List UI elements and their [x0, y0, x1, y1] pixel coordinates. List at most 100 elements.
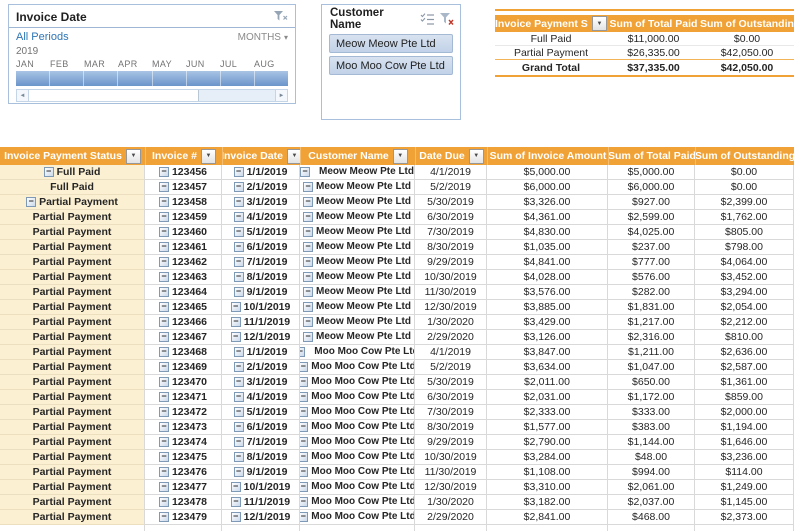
cell-invoice-date[interactable]: −5/1/2019: [222, 405, 300, 420]
slicer-item-button[interactable]: Moo Moo Cow Pte Ltd: [329, 56, 453, 75]
cell-invoice-date[interactable]: −2/1/2019: [222, 180, 300, 195]
column-header-6[interactable]: Sum of Total Paid: [608, 147, 695, 165]
clear-filter-icon[interactable]: [440, 12, 454, 26]
timeline-bar-segment[interactable]: [186, 71, 221, 86]
cell-invoice-number[interactable]: −123470: [145, 375, 222, 390]
cell-invoice-number[interactable]: −123478: [145, 495, 222, 510]
cell-payment-status[interactable]: − Full Paid: [0, 165, 145, 180]
cell-date-due[interactable]: 9/29/2019: [415, 435, 487, 450]
cell-invoice-date[interactable]: −12/1/2019: [222, 510, 300, 525]
clear-filter-icon[interactable]: [274, 10, 288, 23]
filter-dropdown-icon[interactable]: ▼: [592, 16, 607, 31]
collapse-button[interactable]: −: [158, 512, 169, 522]
cell-customer-name[interactable]: −Moo Moo Cow Pte Ltd: [300, 480, 415, 495]
collapse-button[interactable]: −: [233, 167, 244, 177]
column-header-1[interactable]: Invoice # ▼: [145, 147, 222, 165]
cell-invoice-date[interactable]: −4/1/2019: [222, 390, 300, 405]
cell-total-paid[interactable]: $2,037.00: [608, 495, 695, 510]
cell-invoice-date[interactable]: −9/1/2019: [222, 465, 300, 480]
summary-outstanding[interactable]: $42,050.00: [700, 46, 794, 59]
multi-select-icon[interactable]: [420, 13, 435, 25]
cell-payment-status[interactable]: Partial Payment: [0, 375, 145, 390]
cell-payment-status[interactable]: Partial Payment: [0, 480, 145, 495]
cell-invoice-amount[interactable]: $3,284.00: [487, 450, 608, 465]
cell-invoice-amount[interactable]: $3,885.00: [487, 300, 608, 315]
cell-customer-name[interactable]: − Meow Meow Pte Ltd: [300, 195, 415, 210]
collapse-button[interactable]: −: [158, 287, 169, 297]
collapse-button[interactable]: −: [158, 347, 169, 357]
cell-outstanding[interactable]: $1,145.00: [695, 495, 794, 510]
cell-date-due[interactable]: 5/2/2019: [415, 180, 487, 195]
column-header-5[interactable]: Sum of Invoice Amount: [487, 147, 608, 165]
cell-date-due[interactable]: 6/30/2019: [415, 210, 487, 225]
cell-total-paid[interactable]: $383.00: [608, 420, 695, 435]
cell-total-paid[interactable]: $1,211.00: [608, 345, 695, 360]
empty-cell[interactable]: [695, 525, 794, 531]
scroll-left-arrow[interactable]: ◄: [17, 90, 29, 101]
empty-cell[interactable]: [487, 525, 608, 531]
cell-invoice-date[interactable]: −1/1/2019: [222, 165, 300, 180]
cell-payment-status[interactable]: Partial Payment: [0, 300, 145, 315]
empty-cell[interactable]: [222, 525, 300, 531]
cell-customer-name[interactable]: −Moo Moo Cow Pte Ltd: [300, 360, 415, 375]
cell-outstanding[interactable]: $2,373.00: [695, 510, 794, 525]
cell-payment-status[interactable]: Partial Payment: [0, 285, 145, 300]
cell-payment-status[interactable]: Partial Payment: [0, 390, 145, 405]
collapse-button[interactable]: −: [303, 272, 313, 282]
cell-invoice-number[interactable]: −123472: [145, 405, 222, 420]
cell-payment-status[interactable]: Partial Payment: [0, 360, 145, 375]
cell-invoice-date[interactable]: −12/1/2019: [222, 330, 300, 345]
collapse-button[interactable]: −: [303, 182, 313, 192]
collapse-button[interactable]: −: [303, 287, 313, 297]
cell-customer-name[interactable]: − Meow Meow Pte Ltd: [300, 270, 415, 285]
collapse-button[interactable]: −: [300, 347, 306, 357]
summary-grand-status[interactable]: Grand Total: [495, 60, 607, 75]
collapse-button[interactable]: −: [300, 452, 309, 462]
cell-invoice-number[interactable]: −123466: [145, 315, 222, 330]
summary-header-cell[interactable]: Invoice Payment Status ▼: [495, 15, 607, 32]
cell-date-due[interactable]: 7/30/2019: [415, 225, 487, 240]
collapse-button[interactable]: −: [230, 512, 241, 522]
summary-grand-total-paid[interactable]: $37,335.00: [607, 60, 700, 75]
filter-dropdown-icon[interactable]: ▼: [286, 148, 300, 164]
timeline-bar-segment[interactable]: [152, 71, 187, 86]
collapse-button[interactable]: −: [158, 422, 169, 432]
cell-outstanding[interactable]: $2,054.00: [695, 300, 794, 315]
collapse-button[interactable]: −: [158, 482, 169, 492]
filter-dropdown-icon[interactable]: ▼: [392, 148, 408, 164]
timeline-bar-segment[interactable]: [254, 71, 288, 86]
collapse-button[interactable]: −: [158, 182, 169, 192]
cell-invoice-number[interactable]: −123467: [145, 330, 222, 345]
cell-total-paid[interactable]: $576.00: [608, 270, 695, 285]
cell-total-paid[interactable]: $1,172.00: [608, 390, 695, 405]
cell-invoice-date[interactable]: −7/1/2019: [222, 255, 300, 270]
cell-invoice-number[interactable]: −123457: [145, 180, 222, 195]
empty-cell[interactable]: [0, 525, 145, 531]
cell-invoice-number[interactable]: −123477: [145, 480, 222, 495]
collapse-button[interactable]: −: [303, 227, 313, 237]
cell-invoice-number[interactable]: −123476: [145, 465, 222, 480]
cell-total-paid[interactable]: $2,316.00: [608, 330, 695, 345]
empty-cell[interactable]: [415, 525, 487, 531]
cell-outstanding[interactable]: $805.00: [695, 225, 794, 240]
collapse-button[interactable]: −: [303, 242, 313, 252]
collapse-button[interactable]: −: [233, 227, 244, 237]
collapse-button[interactable]: −: [233, 257, 244, 267]
collapse-button[interactable]: −: [158, 437, 169, 447]
summary-header-cell[interactable]: Sum of Outstanding: [700, 15, 794, 32]
cell-invoice-amount[interactable]: $6,000.00: [487, 180, 608, 195]
cell-payment-status[interactable]: Partial Payment: [0, 465, 145, 480]
cell-customer-name[interactable]: −Moo Moo Cow Pte Ltd: [300, 495, 415, 510]
cell-customer-name[interactable]: −Moo Moo Cow Pte Ltd: [300, 375, 415, 390]
cell-outstanding[interactable]: $3,236.00: [695, 450, 794, 465]
cell-date-due[interactable]: 5/30/2019: [415, 195, 487, 210]
cell-customer-name[interactable]: −Moo Moo Cow Pte Ltd: [300, 510, 415, 525]
cell-invoice-number[interactable]: −123475: [145, 450, 222, 465]
collapse-button[interactable]: −: [303, 317, 313, 327]
cell-outstanding[interactable]: $1,762.00: [695, 210, 794, 225]
cell-customer-name[interactable]: − Meow Meow Pte Ltd: [300, 165, 415, 180]
cell-date-due[interactable]: 8/30/2019: [415, 420, 487, 435]
cell-invoice-date[interactable]: −9/1/2019: [222, 285, 300, 300]
cell-invoice-number[interactable]: −123461: [145, 240, 222, 255]
collapse-button[interactable]: −: [300, 377, 309, 387]
